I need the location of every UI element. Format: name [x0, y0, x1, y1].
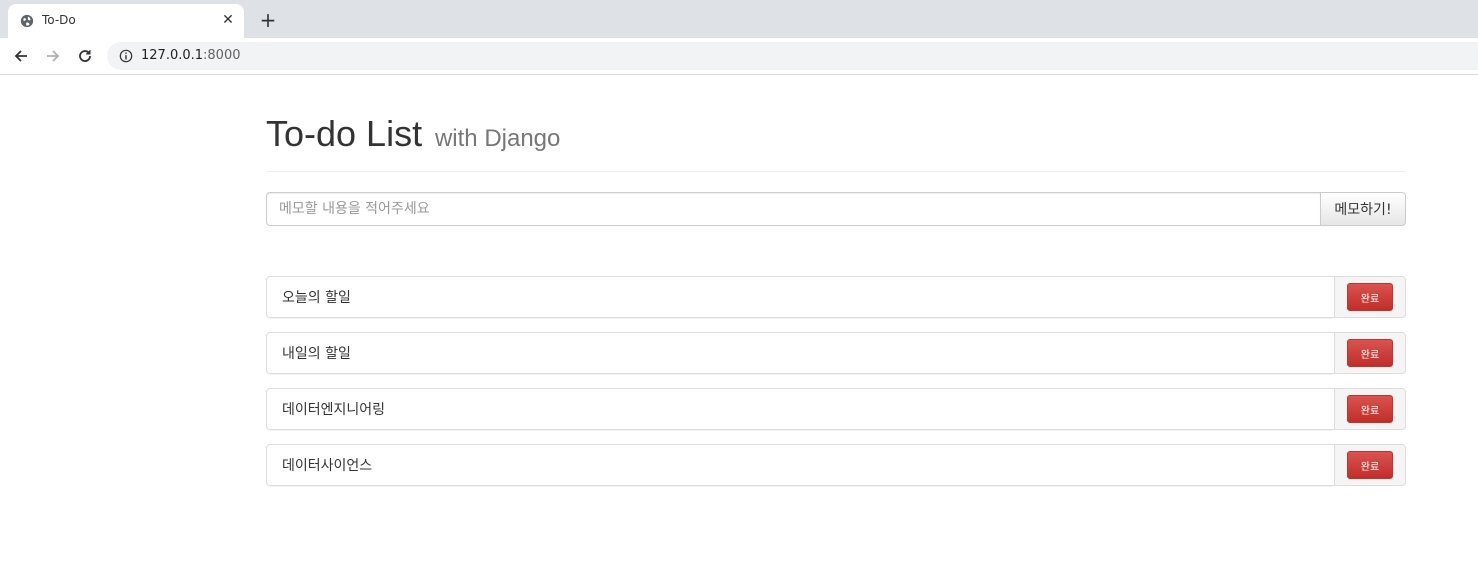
todo-text: 데이터사이언스: [266, 444, 1334, 486]
todo-text: 오늘의 할일: [266, 276, 1334, 318]
todo-action-cell: 완료: [1334, 388, 1406, 430]
todo-list: 오늘의 할일 완료 내일의 할일 완료 데이터엔지니어링 완료 데이터사이언스 …: [266, 276, 1406, 486]
list-item: 오늘의 할일 완료: [266, 276, 1406, 318]
memo-form: 메모하기!: [266, 192, 1406, 226]
page-container: To-do List with Django 메모하기! 오늘의 할일 완료 내…: [266, 75, 1406, 500]
browser-tabstrip: To-Do ✕ +: [0, 0, 1478, 38]
reload-icon[interactable]: [73, 45, 97, 67]
browser-toolbar: 127.0.0.1:8000: [0, 38, 1478, 75]
info-icon[interactable]: [119, 49, 133, 63]
todo-action-cell: 완료: [1334, 276, 1406, 318]
list-item: 내일의 할일 완료: [266, 332, 1406, 374]
done-button[interactable]: 완료: [1347, 283, 1393, 311]
list-item: 데이터사이언스 완료: [266, 444, 1406, 486]
address-bar[interactable]: 127.0.0.1:8000: [107, 42, 1478, 70]
todo-text: 데이터엔지니어링: [266, 388, 1334, 430]
memo-submit-button[interactable]: 메모하기!: [1320, 192, 1406, 226]
forward-icon[interactable]: [41, 45, 65, 67]
close-tab-icon[interactable]: ✕: [218, 10, 238, 30]
list-item: 데이터엔지니어링 완료: [266, 388, 1406, 430]
browser-tab[interactable]: To-Do ✕: [8, 4, 244, 38]
todo-text: 내일의 할일: [266, 332, 1334, 374]
todo-action-cell: 완료: [1334, 332, 1406, 374]
tab-title: To-Do: [42, 13, 76, 27]
done-button[interactable]: 완료: [1347, 451, 1393, 479]
done-button[interactable]: 완료: [1347, 395, 1393, 423]
back-icon[interactable]: [9, 45, 33, 67]
page-title: To-do List with Django: [266, 113, 1406, 172]
globe-icon: [20, 14, 34, 28]
memo-input[interactable]: [266, 192, 1320, 226]
done-button[interactable]: 완료: [1347, 339, 1393, 367]
new-tab-icon[interactable]: +: [256, 8, 280, 32]
title-main: To-do List: [266, 113, 423, 154]
title-subtitle: with Django: [434, 125, 561, 152]
url-text: 127.0.0.1:8000: [141, 48, 241, 63]
todo-action-cell: 완료: [1334, 444, 1406, 486]
